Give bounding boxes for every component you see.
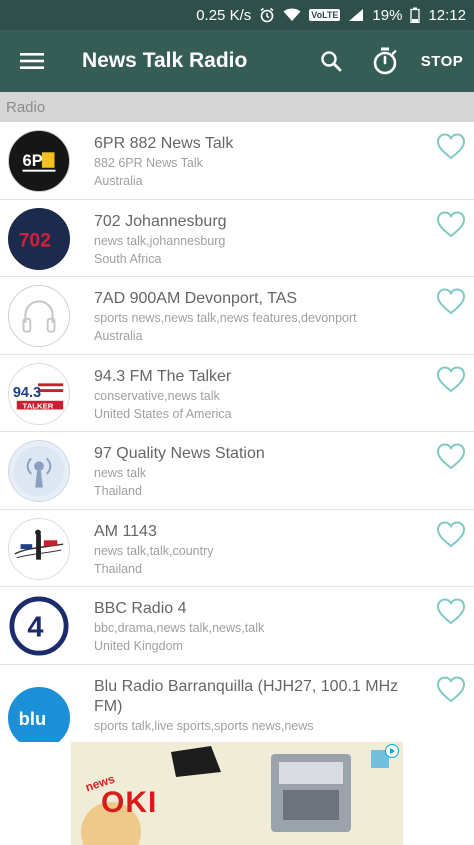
section-header: Radio bbox=[0, 92, 474, 122]
station-tags: news talk,talk,country bbox=[94, 543, 214, 558]
702-logo: 702 bbox=[8, 207, 70, 270]
station-country: United States of America bbox=[94, 406, 232, 421]
ad-brand: OKI bbox=[101, 786, 158, 819]
blu-logo: blu bbox=[8, 686, 70, 742]
favorite-heart-icon[interactable] bbox=[436, 442, 466, 470]
station-country: United Kingdom bbox=[94, 639, 183, 653]
favorite-heart-icon[interactable] bbox=[436, 597, 466, 625]
clock: 12:12 bbox=[428, 6, 466, 24]
station-row[interactable]: 7AD 900AM Devonport, TAS sports news,new… bbox=[0, 277, 474, 355]
station-row[interactable]: 4 BBC Radio 4 bbc,drama,news talk,news,t… bbox=[0, 587, 474, 665]
signal-icon bbox=[348, 8, 364, 22]
battery-icon bbox=[410, 7, 421, 23]
station-tags: conservative,news talk bbox=[94, 388, 220, 403]
station-name: 702 Johannesburg bbox=[94, 212, 227, 230]
svg-text:4: 4 bbox=[27, 612, 43, 644]
station-country: Thailand bbox=[94, 484, 142, 498]
headphones-placeholder-icon bbox=[8, 285, 70, 347]
svg-text:702: 702 bbox=[19, 229, 51, 251]
favorite-heart-icon[interactable] bbox=[436, 210, 466, 238]
station-name: 6PR 882 News Talk bbox=[94, 135, 234, 152]
station-tags: news talk,johannesburg bbox=[94, 233, 226, 248]
status-bar: 0.25 K/s VoLTE 19% 12:12 bbox=[0, 0, 474, 30]
favorite-heart-icon[interactable] bbox=[436, 132, 466, 160]
station-tags: sports news,news talk,news features,devo… bbox=[94, 311, 357, 325]
app-title: News Talk Radio bbox=[82, 49, 248, 72]
station-row[interactable]: 97 Quality News Station news talk Thaila… bbox=[0, 432, 474, 510]
svg-text:94.3: 94.3 bbox=[13, 384, 41, 400]
sleep-timer-button[interactable] bbox=[356, 30, 414, 92]
svg-text:blu: blu bbox=[19, 707, 47, 728]
timer-icon bbox=[373, 47, 397, 75]
battery-percent: 19% bbox=[372, 6, 403, 24]
station-name: 7AD 900AM Devonport, TAS bbox=[94, 290, 298, 307]
station-row[interactable]: blu Blu Radio Barranquilla (HJH27, 100.1… bbox=[0, 665, 474, 742]
svg-text:TALKER: TALKER bbox=[23, 401, 54, 410]
station-name: AM 1143 bbox=[94, 522, 157, 540]
hamburger-menu-icon[interactable] bbox=[0, 30, 64, 92]
ad-banner[interactable]: news OKI bbox=[71, 742, 403, 845]
station-tags: bbc,drama,news talk,news,talk bbox=[94, 621, 265, 635]
stop-button[interactable]: STOP bbox=[414, 30, 470, 92]
bbc-radio4-logo: 4 bbox=[8, 595, 70, 657]
station-name: BBC Radio 4 bbox=[94, 600, 187, 617]
station-name: 94.3 FM The Talker bbox=[94, 367, 232, 385]
station-tags: 882 6PR News Talk bbox=[94, 156, 203, 170]
station-name: Blu Radio Barranquilla (HJH27, 100.1 MHz… bbox=[94, 677, 399, 715]
favorite-heart-icon[interactable] bbox=[436, 520, 466, 548]
station-name: 97 Quality News Station bbox=[94, 445, 265, 462]
wifi-icon bbox=[283, 8, 301, 22]
station-row[interactable]: AM 1143 news talk,talk,country Thailand bbox=[0, 510, 474, 587]
station-tags: news talk bbox=[94, 466, 147, 480]
6pr-logo: 6PR bbox=[8, 130, 70, 192]
app-toolbar: News Talk Radio STOP bbox=[0, 30, 474, 92]
station-country: Australia bbox=[94, 329, 143, 343]
station-row[interactable]: 94.3 TALKER 94.3 FM The Talker conservat… bbox=[0, 355, 474, 432]
station-list[interactable]: 6PR 6PR 882 News Talk 882 6PR News Talk … bbox=[0, 122, 474, 742]
station-country: Australia bbox=[94, 174, 143, 188]
search-icon bbox=[321, 51, 342, 72]
am1143-logo bbox=[8, 517, 70, 580]
alarm-icon bbox=[259, 7, 275, 23]
radio-tower-icon bbox=[8, 440, 70, 502]
943-talker-logo: 94.3 TALKER bbox=[8, 362, 70, 425]
station-tags: sports talk,live sports,sports news,news bbox=[94, 718, 314, 733]
search-button[interactable] bbox=[306, 30, 356, 92]
station-row[interactable]: 702 702 Johannesburg news talk,johannesb… bbox=[0, 200, 474, 277]
ad-choices-icon[interactable] bbox=[385, 744, 399, 758]
net-speed: 0.25 K/s bbox=[196, 6, 252, 24]
favorite-heart-icon[interactable] bbox=[436, 675, 466, 703]
favorite-heart-icon[interactable] bbox=[436, 287, 466, 315]
station-country: South Africa bbox=[94, 251, 162, 266]
favorite-heart-icon[interactable] bbox=[436, 365, 466, 393]
station-country: Thailand bbox=[94, 561, 142, 576]
station-row[interactable]: 6PR 6PR 882 News Talk 882 6PR News Talk … bbox=[0, 122, 474, 200]
volte-badge: VoLTE bbox=[309, 9, 341, 21]
